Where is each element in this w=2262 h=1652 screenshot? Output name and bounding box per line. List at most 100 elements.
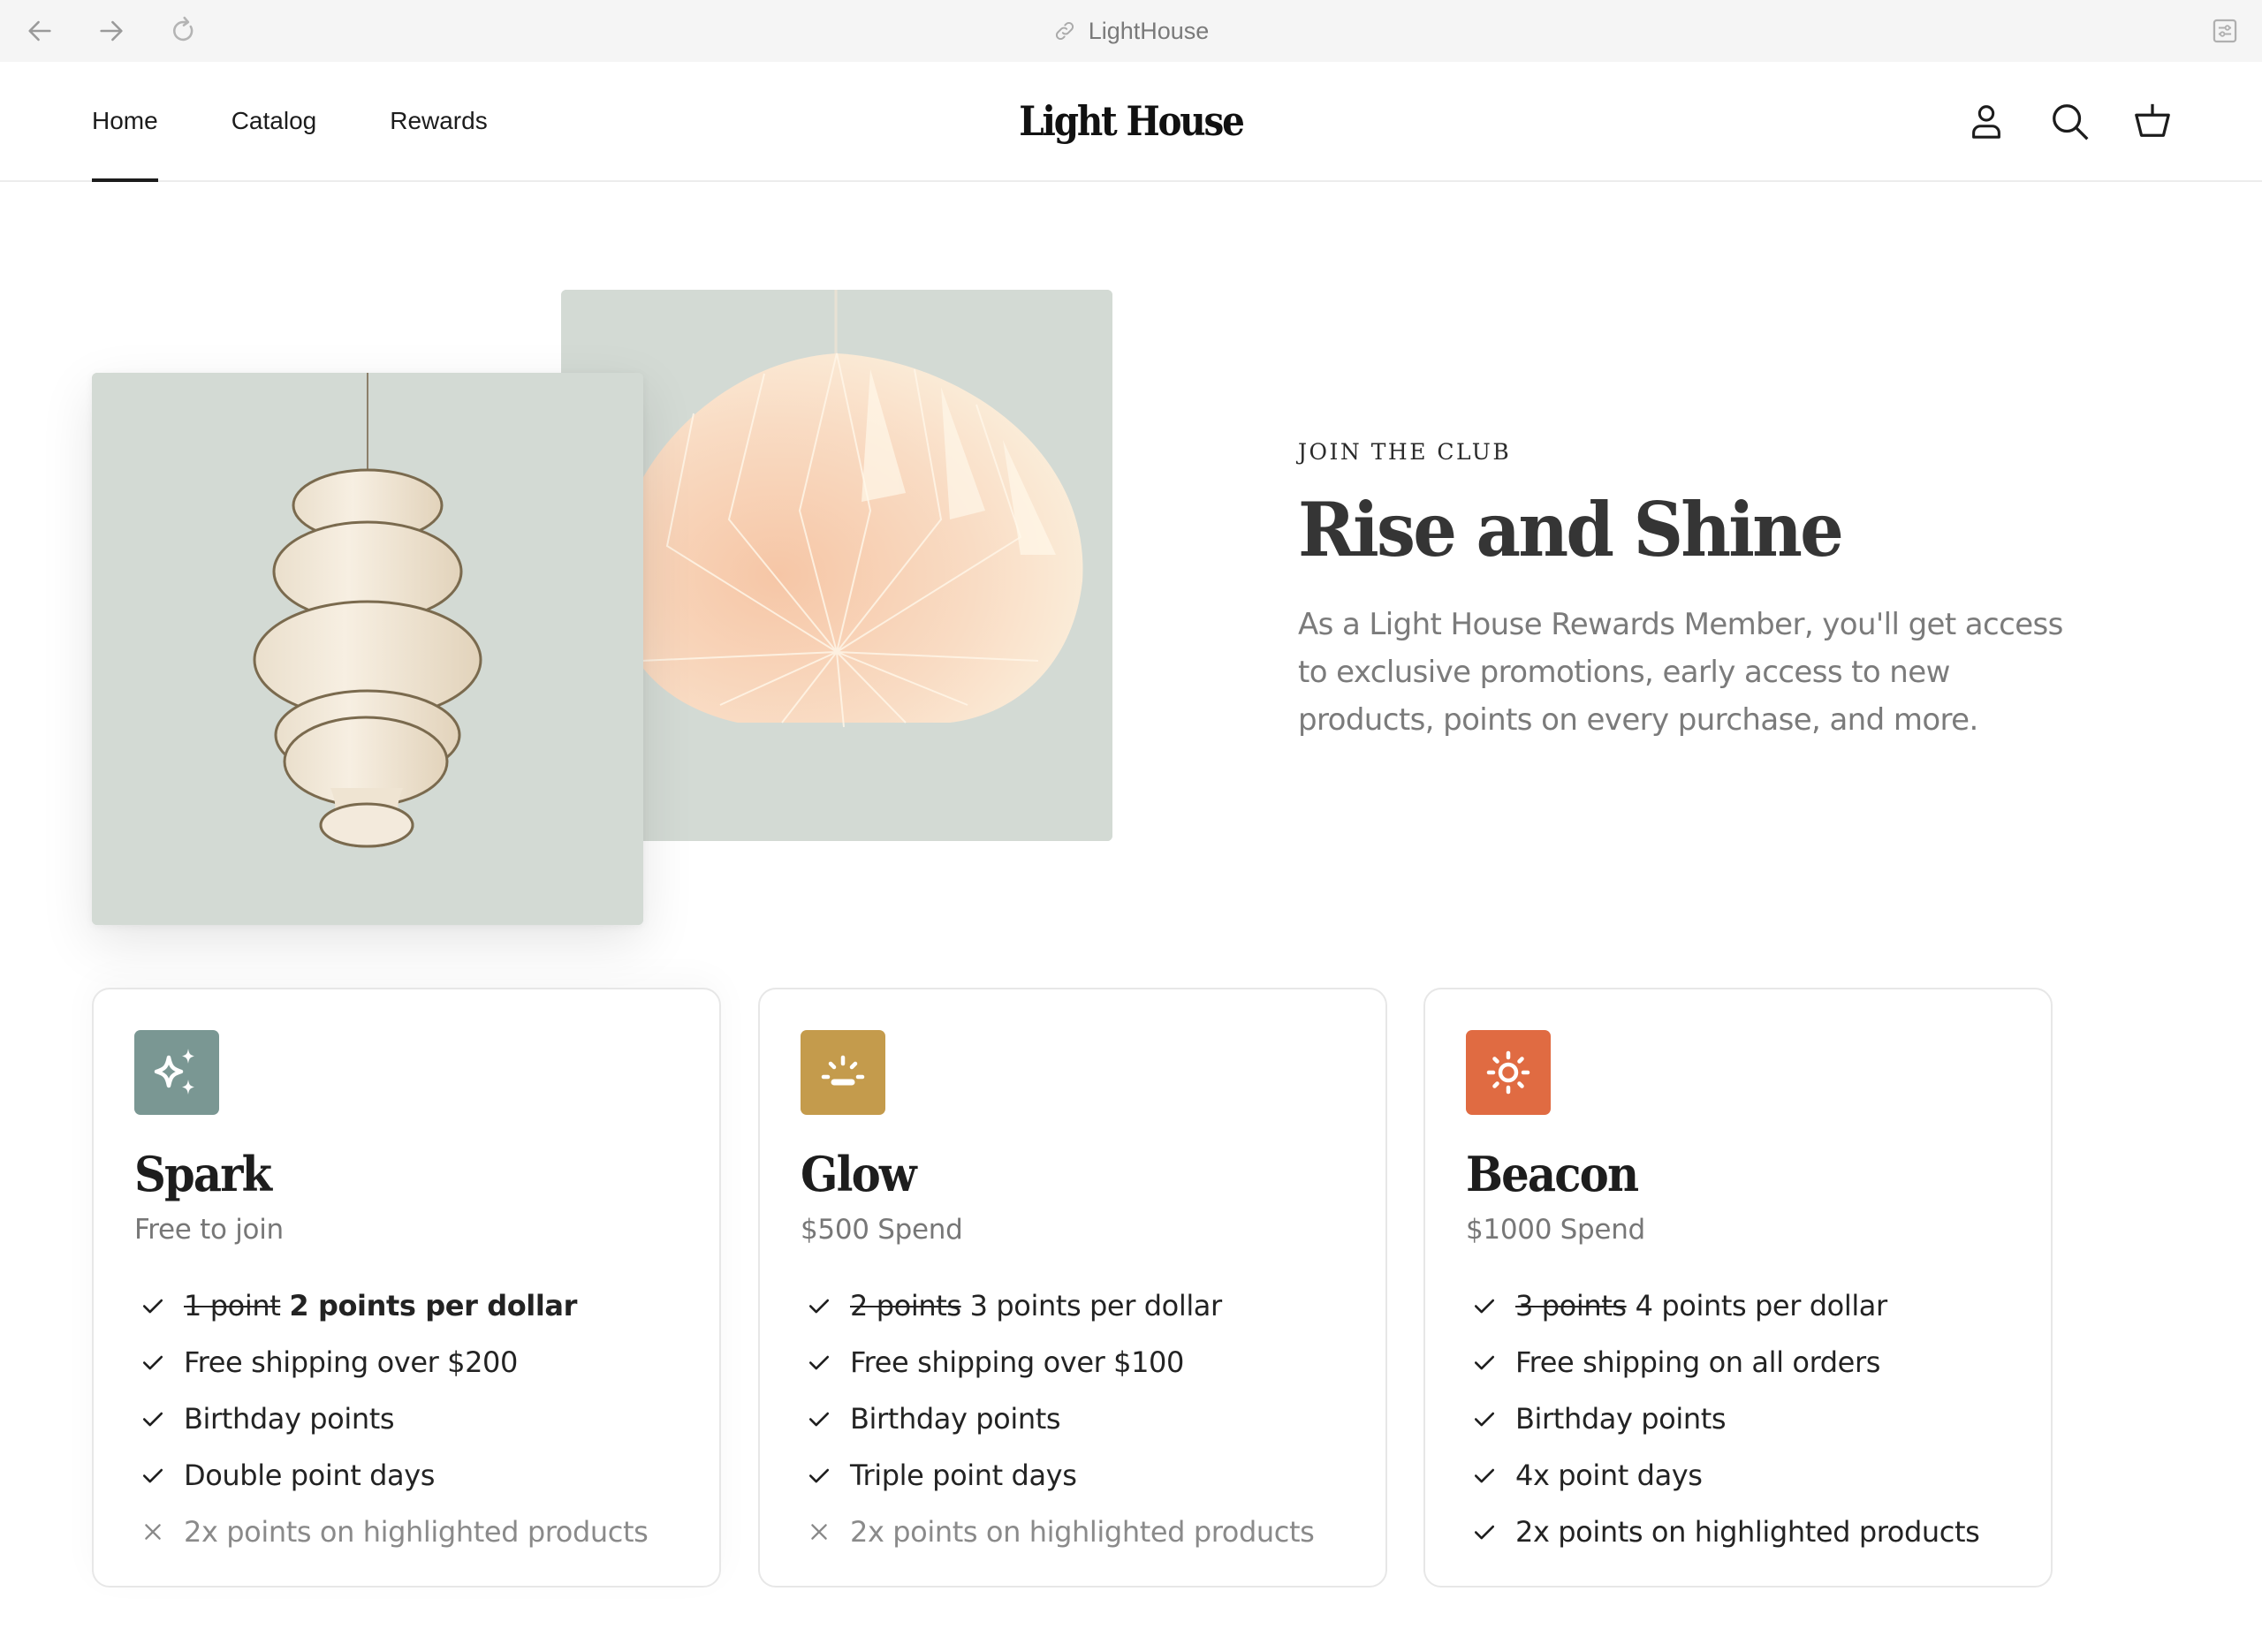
feature-text: 2x points on highlighted products <box>1515 1515 1980 1549</box>
tier-name: Spark <box>134 1146 272 1202</box>
forward-button[interactable] <box>95 15 127 47</box>
feature-included: Birthday points <box>134 1391 719 1447</box>
feature-included: Birthday points <box>1466 1391 2051 1447</box>
check-icon <box>142 1468 163 1483</box>
feature-included: 4x point days <box>1466 1447 2051 1504</box>
cross-icon <box>811 1524 827 1540</box>
check-icon <box>808 1355 830 1370</box>
page-settings-button[interactable] <box>2209 15 2241 47</box>
check-icon <box>808 1468 830 1483</box>
back-button[interactable] <box>24 15 56 47</box>
account-button[interactable] <box>1965 100 2008 142</box>
feature-included: Birthday points <box>801 1391 1385 1447</box>
feature-text: Birthday points <box>184 1402 395 1436</box>
feature-text: Free shipping on all orders <box>1515 1345 1880 1379</box>
link-icon <box>1055 21 1074 41</box>
feature-included: Double point days <box>134 1447 719 1504</box>
feature-mark <box>134 1346 184 1378</box>
origami-lamp-illustration <box>561 290 1112 841</box>
search-button[interactable] <box>2048 100 2091 142</box>
tier-name: Glow <box>801 1146 917 1202</box>
nav-catalog[interactable]: Catalog <box>232 62 317 180</box>
check-icon <box>808 1299 830 1314</box>
sparkles-icon <box>154 1049 194 1095</box>
reload-icon <box>173 16 194 42</box>
hero-description: As a Light House Rewards Member, you'll … <box>1298 607 2063 739</box>
tier-name: Beacon <box>1466 1146 1639 1202</box>
sunrise-icon <box>821 1055 865 1086</box>
feature-excluded: 2x points on highlighted products <box>134 1504 719 1560</box>
feature-included: Triple point days <box>801 1447 1385 1504</box>
arrow-left-icon <box>28 20 51 42</box>
feature-text: Free shipping over $200 <box>184 1345 518 1379</box>
reload-button[interactable] <box>168 15 200 47</box>
address-bar: LightHouse <box>0 0 2262 62</box>
check-icon <box>808 1412 830 1427</box>
old-rate: 3 points <box>1515 1289 1627 1322</box>
tier-icon-badge <box>1466 1030 1551 1115</box>
sun-icon <box>1486 1050 1530 1095</box>
feature-mark <box>134 1290 184 1322</box>
feature-text: 4 points per dollar <box>1635 1289 1888 1322</box>
feature-excluded: 2x points on highlighted products <box>801 1504 1385 1560</box>
feature-list: 3 points 4 points per dollar Free shipping… <box>1466 1277 2051 1560</box>
feature-mark <box>1466 1346 1515 1378</box>
tier-icon-badge <box>801 1030 885 1115</box>
account-icon <box>1972 105 2000 139</box>
tier-requirement: $500 Spend <box>801 1214 963 1246</box>
feature-mark <box>1466 1403 1515 1435</box>
old-rate: 1 point <box>184 1289 281 1322</box>
feature-mark <box>1466 1459 1515 1491</box>
nav-home[interactable]: Home <box>92 62 158 182</box>
check-icon <box>142 1412 163 1427</box>
stacked-lamp-illustration <box>92 373 643 925</box>
feature-list: 2 points 3 points per dollar Free shipping… <box>801 1277 1385 1560</box>
feature-mark <box>801 1346 850 1378</box>
check-icon <box>1474 1468 1495 1483</box>
main-nav: Home Catalog Rewards <box>92 62 488 182</box>
feature-included: 2x points on highlighted products <box>1466 1504 2051 1560</box>
tier-card-spark: Spark Free to join 1 point 2 points per d… <box>92 988 721 1588</box>
check-icon <box>1474 1525 1495 1540</box>
hero-eyebrow: JOIN THE CLUB <box>1298 439 1512 465</box>
check-icon <box>142 1299 163 1314</box>
feature-text: 2x points on highlighted products <box>184 1515 649 1549</box>
sliders-icon <box>2213 19 2237 43</box>
feature-mark <box>801 1290 850 1322</box>
feature-mark <box>134 1459 184 1491</box>
origami-lamp-image <box>561 290 1112 841</box>
browser-toolbar: LightHouse <box>0 0 2262 62</box>
nav-rewards[interactable]: Rewards <box>390 62 487 180</box>
check-icon <box>1474 1355 1495 1370</box>
feature-text: Double point days <box>184 1459 436 1492</box>
feature-mark <box>134 1403 184 1435</box>
feature-text: Birthday points <box>1515 1402 1727 1436</box>
feature-text: 3 points per dollar <box>969 1289 1223 1322</box>
feature-text: 2 points per dollar <box>289 1289 578 1322</box>
tier-requirement: $1000 Spend <box>1466 1214 1645 1246</box>
feature-text: Birthday points <box>850 1402 1061 1436</box>
search-icon <box>2053 104 2089 140</box>
tier-icon-badge <box>134 1030 219 1115</box>
page-title-text[interactable]: LightHouse <box>1089 18 1210 45</box>
feature-mark <box>801 1516 850 1548</box>
cross-icon <box>145 1524 161 1540</box>
feature-mark <box>1466 1516 1515 1548</box>
feature-included: Free shipping on all orders <box>1466 1334 2051 1391</box>
feature-included: Free shipping over $200 <box>134 1334 719 1391</box>
tier-card-glow: Glow $500 Spend 2 points 3 points per dol… <box>758 988 1387 1588</box>
cart-button[interactable] <box>2131 100 2174 142</box>
site-header: Home Catalog Rewards Light House <box>0 62 2262 182</box>
tier-card-beacon: Beacon $1000 Spend 3 points 4 points per … <box>1423 988 2053 1588</box>
feature-text: 2x points on highlighted products <box>850 1515 1315 1549</box>
check-icon <box>142 1355 163 1370</box>
site-logo[interactable]: Light House <box>1019 97 1245 145</box>
feature-included: 1 point 2 points per dollar <box>134 1277 719 1334</box>
feature-text: Free shipping over $100 <box>850 1345 1184 1379</box>
feature-text: 4x point days <box>1515 1459 1703 1492</box>
feature-mark <box>1466 1290 1515 1322</box>
feature-included: Free shipping over $100 <box>801 1334 1385 1391</box>
feature-list: 1 point 2 points per dollar Free shipping … <box>134 1277 719 1560</box>
feature-mark <box>801 1459 850 1491</box>
old-rate: 2 points <box>850 1289 961 1322</box>
